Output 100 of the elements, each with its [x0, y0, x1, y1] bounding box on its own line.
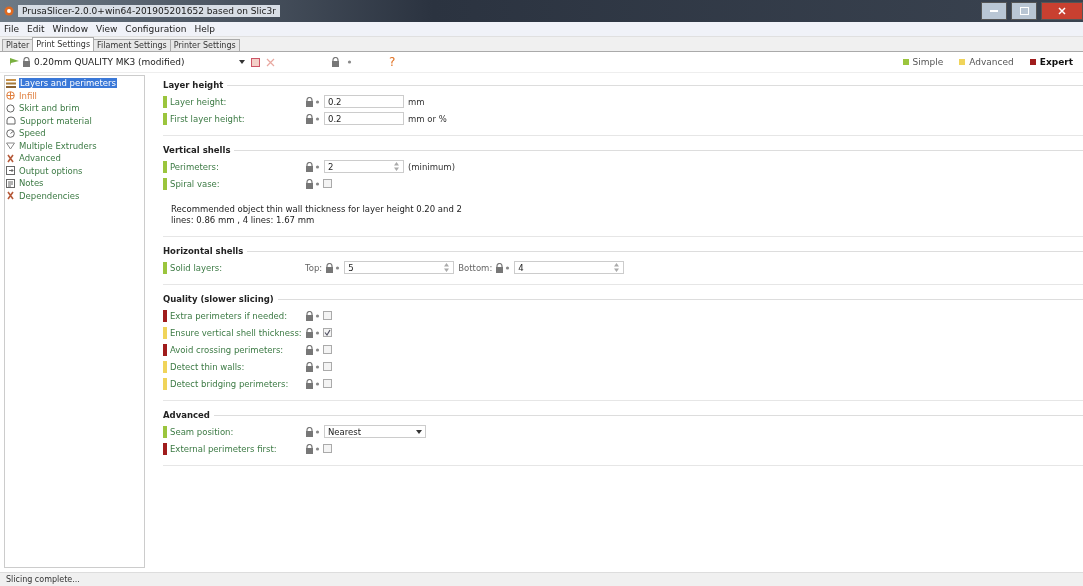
- dot-icon[interactable]: [314, 164, 321, 169]
- lock-icon[interactable]: [22, 57, 31, 67]
- funnel-icon: [6, 141, 15, 150]
- lock-icon[interactable]: [305, 310, 314, 321]
- page-item[interactable]: Support material: [19, 115, 93, 126]
- dot-icon[interactable]: [504, 265, 512, 270]
- dot-icon[interactable]: [314, 347, 321, 352]
- page-item[interactable]: Notes: [18, 178, 45, 189]
- dot-icon[interactable]: [314, 330, 321, 335]
- recommendation-text: Recommended object thin wall thickness for layer height 0.20 and 2 lines: 0.86 mm , 4 lines: 1.67 mm: [171, 204, 463, 226]
- lock-icon[interactable]: [305, 178, 314, 189]
- tab[interactable]: Print Settings: [32, 37, 95, 51]
- gauge-icon: [6, 128, 15, 138]
- spin-field[interactable]: 5: [344, 261, 455, 274]
- dot-icon[interactable]: [346, 60, 353, 64]
- caret-icon[interactable]: [239, 60, 245, 64]
- support-icon: [6, 116, 16, 126]
- dot-icon[interactable]: [314, 364, 321, 369]
- minimize-button[interactable]: [981, 2, 1007, 20]
- checkbox[interactable]: [323, 345, 332, 354]
- group-title: Quality (slower slicing): [163, 294, 274, 304]
- page-item[interactable]: Skirt and brim: [18, 103, 81, 114]
- dot-icon[interactable]: [314, 116, 321, 121]
- maximize-button[interactable]: [1011, 2, 1037, 20]
- dot-icon[interactable]: [314, 181, 321, 186]
- output-icon: [6, 166, 15, 176]
- status-text: Slicing complete...: [6, 575, 80, 584]
- input-field[interactable]: 0.2: [324, 112, 404, 125]
- spin-arrows-icon[interactable]: [393, 161, 400, 172]
- unit-label: mm: [408, 96, 425, 107]
- page-item[interactable]: Speed: [18, 128, 47, 139]
- dot-icon[interactable]: [314, 99, 321, 104]
- group-title: Horizontal shells: [163, 246, 244, 256]
- dot-icon[interactable]: [314, 381, 321, 386]
- grid-circle-icon: [6, 91, 15, 101]
- input-field[interactable]: 0.2: [324, 95, 404, 108]
- lock-icon[interactable]: [325, 262, 335, 273]
- lock-icon[interactable]: [331, 57, 340, 67]
- page-item[interactable]: Multiple Extruders: [18, 140, 98, 151]
- maximize-icon: [1019, 7, 1029, 15]
- tab[interactable]: Filament Settings: [93, 39, 171, 51]
- tab[interactable]: Plater: [2, 39, 34, 51]
- menu-item[interactable]: Window: [52, 24, 88, 34]
- menu-item[interactable]: View: [96, 24, 118, 34]
- spin-field[interactable]: 4: [514, 261, 625, 274]
- page-item[interactable]: Advanced: [18, 153, 62, 164]
- dot-icon[interactable]: [314, 313, 321, 318]
- page-item[interactable]: Dependencies: [18, 190, 81, 201]
- lock-icon[interactable]: [305, 426, 314, 437]
- page-item[interactable]: Output options: [18, 165, 84, 176]
- lock-icon[interactable]: [305, 443, 314, 454]
- option-label: Spiral vase:: [170, 178, 220, 189]
- option-label: Detect thin walls:: [170, 361, 245, 372]
- preset-dropdown[interactable]: 0.20mm QUALITY MK3 (modified): [10, 54, 245, 70]
- spin-arrows-icon[interactable]: [613, 262, 621, 273]
- page-item[interactable]: Layers and perimeters: [19, 78, 117, 89]
- save-icon[interactable]: [251, 57, 260, 67]
- close-button[interactable]: [1041, 2, 1083, 20]
- close-icon: [1058, 7, 1066, 15]
- checkbox[interactable]: [323, 362, 332, 371]
- group-title: Vertical shells: [163, 145, 231, 155]
- caret-icon[interactable]: [416, 429, 422, 434]
- spin-arrows-icon[interactable]: [443, 262, 451, 273]
- field-label: Bottom:: [458, 262, 493, 273]
- window-title: PrusaSlicer-2.0.0+win64-201905201652 based on Slic3r: [18, 5, 280, 17]
- dot-icon[interactable]: [334, 265, 342, 270]
- lock-icon[interactable]: [305, 96, 314, 107]
- mode-option[interactable]: Simple: [902, 57, 944, 67]
- menu-item[interactable]: Help: [194, 24, 215, 34]
- option-label: Perimeters:: [170, 161, 219, 172]
- lock-icon[interactable]: [305, 113, 314, 124]
- lock-icon[interactable]: [305, 327, 314, 338]
- ring-icon: [6, 103, 15, 113]
- mode-option[interactable]: Advanced: [959, 57, 1014, 67]
- checkbox[interactable]: [323, 179, 332, 188]
- mode-option[interactable]: Expert: [1029, 57, 1073, 67]
- lock-icon[interactable]: [305, 161, 314, 172]
- delete-icon[interactable]: [266, 57, 275, 67]
- option-label: Extra perimeters if needed:: [170, 310, 288, 321]
- option-label: Avoid crossing perimeters:: [170, 344, 284, 355]
- lock-icon[interactable]: [305, 361, 314, 372]
- menu-item[interactable]: Configuration: [125, 24, 187, 34]
- app-icon: [4, 6, 14, 16]
- tab[interactable]: Printer Settings: [169, 39, 240, 51]
- checkbox[interactable]: [323, 328, 332, 337]
- lock-icon[interactable]: [305, 344, 314, 355]
- lock-icon[interactable]: [495, 262, 505, 273]
- checkbox[interactable]: [323, 311, 332, 320]
- menu-item[interactable]: File: [4, 24, 20, 34]
- lock-icon[interactable]: [305, 378, 314, 389]
- option-label: External perimeters first:: [170, 443, 277, 454]
- dot-icon[interactable]: [314, 446, 321, 451]
- checkbox[interactable]: [323, 444, 332, 453]
- menu-item[interactable]: Edit: [27, 24, 45, 34]
- checkbox[interactable]: [323, 379, 332, 388]
- option-label: Seam position:: [170, 426, 234, 437]
- dropdown[interactable]: Nearest: [324, 425, 426, 438]
- unit-label: (minimum): [408, 161, 455, 172]
- spin-field[interactable]: 2: [324, 160, 404, 173]
- dot-icon[interactable]: [314, 429, 321, 434]
